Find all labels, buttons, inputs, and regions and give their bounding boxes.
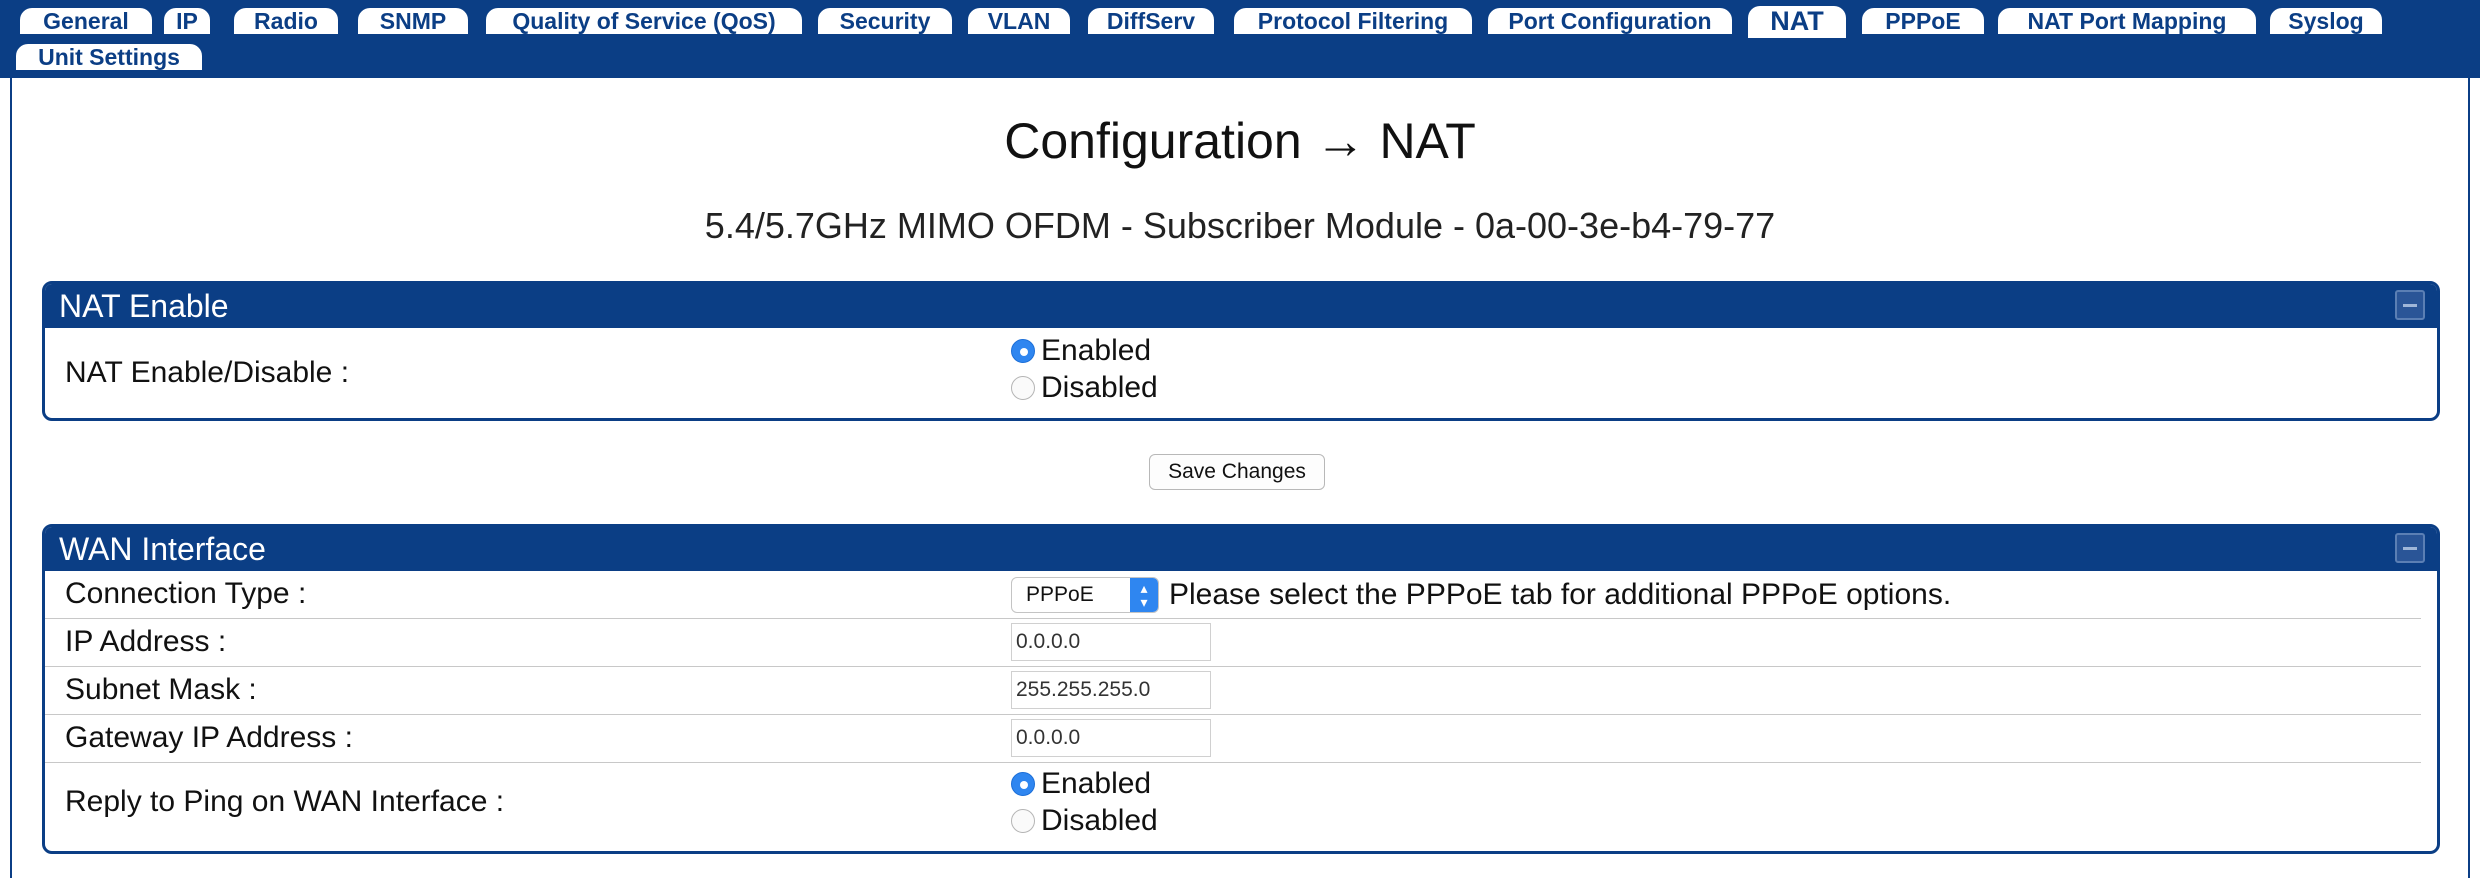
page: General IP Radio SNMP Quality of Service… — [0, 0, 2480, 878]
reply-ping-radio-group: Enabled Disabled — [1011, 765, 1158, 839]
collapse-icon[interactable] — [2395, 290, 2425, 320]
connection-type-control: PPPoE ▴ ▾ Please select the PPPoE tab for… — [1011, 577, 1951, 613]
tab-label: IP — [176, 8, 198, 34]
nat-enable-panel-header: NAT Enable — [45, 284, 2437, 328]
tab-ip[interactable]: IP — [162, 6, 212, 36]
nat-disabled-option[interactable]: Disabled — [1011, 369, 1158, 406]
page-title: Configuration → NAT — [1004, 113, 1476, 169]
tab-label: Syslog — [2288, 8, 2364, 34]
wan-interface-panel: WAN Interface Connection Type : PPPoE ▴ ▾… — [42, 524, 2440, 854]
reply-ping-row: Reply to Ping on WAN Interface : Enabled… — [45, 763, 2421, 851]
connection-type-row: Connection Type : PPPoE ▴ ▾ Please select… — [45, 571, 2421, 619]
radio-unchecked-icon[interactable] — [1011, 808, 1035, 833]
tab-port-configuration[interactable]: Port Configuration — [1486, 6, 1734, 36]
radio-unchecked-icon[interactable] — [1011, 375, 1035, 400]
nat-enable-row: NAT Enable/Disable : Enabled Disabled — [45, 328, 2437, 418]
radio-checked-icon[interactable] — [1011, 771, 1035, 796]
tab-vlan[interactable]: VLAN — [966, 6, 1072, 36]
tab-protocol-filtering[interactable]: Protocol Filtering — [1232, 6, 1474, 36]
page-subtitle: 5.4/5.7GHz MIMO OFDM - Subscriber Module… — [704, 205, 1776, 246]
tab-label: Port Configuration — [1508, 8, 1712, 34]
tab-label: NAT Port Mapping — [2027, 8, 2227, 34]
tab-diffserv[interactable]: DiffServ — [1086, 6, 1216, 36]
tab-unit-settings[interactable]: Unit Settings — [14, 42, 204, 72]
wan-interface-panel-title: WAN Interface — [59, 531, 266, 567]
ping-enabled-option[interactable]: Enabled — [1011, 765, 1158, 802]
connection-type-select[interactable]: PPPoE ▴ ▾ — [1011, 577, 1159, 613]
nat-enable-label: NAT Enable/Disable : — [65, 356, 350, 389]
tab-label: SNMP — [379, 8, 447, 34]
tab-label: PPPoE — [1885, 8, 1961, 34]
nat-enabled-label: Enabled — [1041, 333, 1152, 367]
save-changes-button[interactable]: Save Changes — [1149, 454, 1325, 490]
tab-label: Radio — [254, 8, 318, 34]
ip-address-input[interactable] — [1011, 623, 1211, 661]
tab-qos[interactable]: Quality of Service (QoS) — [484, 6, 804, 36]
tab-snmp[interactable]: SNMP — [356, 6, 470, 36]
ping-disabled-label: Disabled — [1041, 803, 1158, 837]
gateway-ip-label: Gateway IP Address : — [65, 721, 353, 754]
tab-label: Security — [839, 8, 931, 34]
tab-label: NAT — [1770, 6, 1824, 36]
tab-nat-port-mapping[interactable]: NAT Port Mapping — [1996, 6, 2258, 36]
tab-radio[interactable]: Radio — [232, 6, 340, 36]
radio-checked-icon[interactable] — [1011, 338, 1035, 363]
wan-interface-panel-header: WAN Interface — [45, 527, 2437, 571]
connection-type-hint: Please select the PPPoE tab for addition… — [1169, 578, 1952, 611]
tab-bar: General IP Radio SNMP Quality of Service… — [0, 0, 2480, 78]
subnet-mask-row: Subnet Mask : — [45, 667, 2421, 715]
ip-address-row: IP Address : — [45, 619, 2421, 667]
tab-general[interactable]: General — [18, 6, 154, 36]
nat-enable-panel: NAT Enable NAT Enable/Disable : Enabled … — [42, 281, 2440, 421]
connection-type-label: Connection Type : — [65, 577, 307, 610]
tab-label: Quality of Service (QoS) — [512, 8, 776, 34]
tab-security[interactable]: Security — [816, 6, 954, 36]
nat-enabled-option[interactable]: Enabled — [1011, 332, 1158, 369]
connection-type-value: PPPoE — [1026, 583, 1094, 606]
tab-label: Unit Settings — [38, 44, 180, 70]
subnet-mask-input[interactable] — [1011, 671, 1211, 709]
nat-disabled-label: Disabled — [1041, 370, 1158, 404]
tab-pppoe[interactable]: PPPoE — [1860, 6, 1986, 36]
ping-disabled-option[interactable]: Disabled — [1011, 802, 1158, 839]
gateway-row: Gateway IP Address : — [45, 715, 2421, 763]
collapse-icon[interactable] — [2395, 533, 2425, 563]
tab-label: VLAN — [987, 8, 1051, 34]
subnet-mask-label: Subnet Mask : — [65, 673, 257, 706]
select-arrows-icon: ▴ ▾ — [1130, 578, 1158, 612]
nat-enable-panel-title: NAT Enable — [59, 288, 229, 324]
tab-label: Protocol Filtering — [1257, 8, 1449, 34]
ping-enabled-label: Enabled — [1041, 766, 1152, 800]
nat-enable-radio-group: Enabled Disabled — [1011, 332, 1158, 406]
gateway-ip-input[interactable] — [1011, 719, 1211, 757]
tab-label: General — [43, 8, 129, 34]
ip-address-label: IP Address : — [65, 625, 227, 658]
reply-ping-label: Reply to Ping on WAN Interface : — [65, 785, 505, 818]
tab-syslog[interactable]: Syslog — [2268, 6, 2384, 36]
tab-nat[interactable]: NAT — [1746, 4, 1848, 38]
tab-label: DiffServ — [1106, 8, 1196, 34]
